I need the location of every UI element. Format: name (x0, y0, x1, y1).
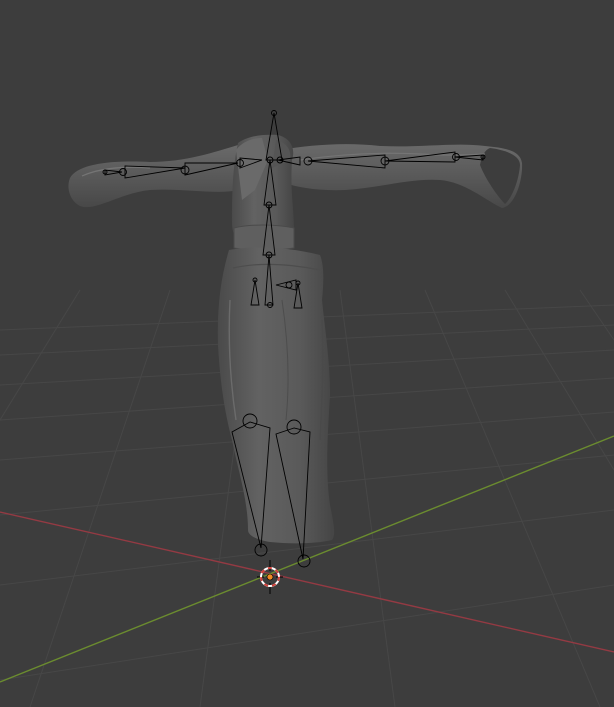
dress-mesh-icon[interactable] (68, 134, 523, 544)
3d-cursor-icon[interactable] (257, 560, 283, 594)
3d-viewport[interactable] (0, 0, 614, 707)
viewport-canvas[interactable] (0, 0, 614, 707)
